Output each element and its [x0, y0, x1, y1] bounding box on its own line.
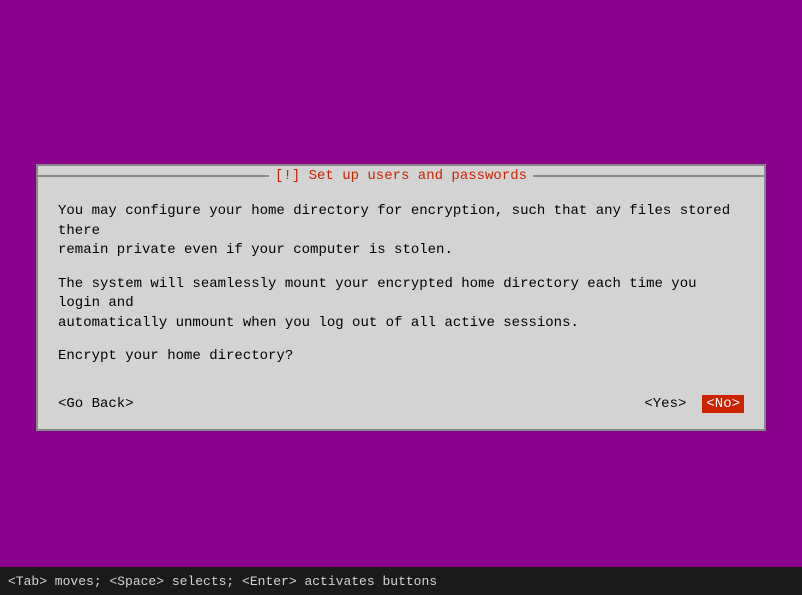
yes-button[interactable]: <Yes> — [644, 396, 686, 412]
dialog-content: You may configure your home directory fo… — [38, 186, 764, 383]
dialog-header: [!] Set up users and passwords — [38, 166, 764, 186]
no-button[interactable]: <No> — [702, 395, 744, 413]
dialog-box: [!] Set up users and passwords You may c… — [36, 164, 766, 431]
paragraph-1: You may configure your home directory fo… — [58, 202, 744, 261]
paragraph-2: The system will seamlessly mount your en… — [58, 275, 744, 334]
paragraph-3: Encrypt your home directory? — [58, 347, 744, 367]
dialog-buttons: <Go Back> <Yes> <No> — [38, 383, 764, 429]
bottom-bar: <Tab> moves; <Space> selects; <Enter> ac… — [0, 567, 802, 595]
confirm-buttons: <Yes> <No> — [644, 395, 744, 413]
bottom-bar-text: <Tab> moves; <Space> selects; <Enter> ac… — [8, 574, 437, 589]
dialog-title: [!] Set up users and passwords — [269, 168, 533, 184]
go-back-button[interactable]: <Go Back> — [58, 396, 134, 412]
header-line-left — [38, 175, 269, 177]
header-line-right — [533, 175, 764, 177]
